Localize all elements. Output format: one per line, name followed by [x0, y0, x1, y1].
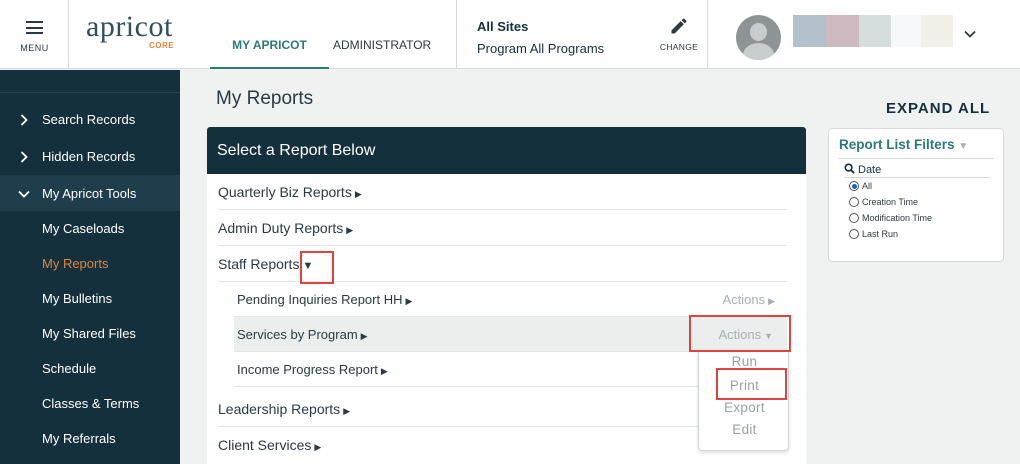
site-program: Program All Programs [477, 41, 605, 56]
report-group-label: Staff Reports [218, 256, 300, 272]
menu-item-edit[interactable]: Edit [699, 422, 790, 437]
menu-item-export[interactable]: Export [699, 400, 790, 415]
triangle-right-icon: ▶ [343, 406, 351, 416]
radio-selected-icon [849, 181, 859, 191]
search-icon [844, 163, 855, 174]
chevron-right-icon [20, 151, 28, 163]
report-label: Services by Program [237, 327, 358, 342]
user-name-blur [793, 15, 826, 47]
sidebar-item-search-records[interactable]: Search Records [0, 101, 180, 137]
date-filter-label: Date [844, 163, 881, 176]
highlight-box [689, 315, 791, 352]
sidebar-item-my-apricot-tools[interactable]: My Apricot Tools [0, 175, 180, 211]
hamburger-icon [26, 21, 43, 34]
triangle-down-icon: ▼ [958, 141, 969, 152]
report-group-label: Quarterly Biz Reports [218, 184, 352, 200]
triangle-right-icon: ▶ [768, 296, 775, 306]
menu-label: MENU [20, 43, 49, 53]
sidebar-item-hidden-records[interactable]: Hidden Records [0, 138, 180, 174]
radio-label: Creation Time [862, 197, 919, 207]
triangle-right-icon: ▶ [380, 366, 388, 376]
sidebar-sub-my-bulletins[interactable]: My Bulletins [42, 291, 112, 306]
highlight-box [716, 368, 787, 400]
user-name-blur [859, 15, 891, 47]
site-title: All Sites [477, 19, 529, 34]
panel-header: Select a Report Below [207, 127, 806, 174]
user-name-blur [891, 15, 921, 47]
triangle-right-icon: ▶ [346, 225, 354, 235]
page-title: My Reports [216, 88, 314, 109]
report-group-label: Admin Duty Reports [218, 220, 344, 236]
sidebar-divider [0, 92, 180, 93]
sidebar-sub-my-referrals[interactable]: My Referrals [42, 431, 116, 446]
chevron-right-icon [20, 114, 28, 126]
triangle-right-icon: ▶ [405, 296, 413, 306]
report-group-label: Leadership Reports [218, 401, 341, 417]
triangle-right-icon: ▶ [354, 189, 362, 199]
expand-all-button[interactable]: EXPAND ALL [886, 100, 990, 117]
radio-modification-time[interactable]: Modification Time [849, 213, 932, 223]
sidebar-sub-classes-terms[interactable]: Classes & Terms [42, 396, 139, 411]
report-group-quarterly-biz[interactable]: Quarterly Biz Reports ▶ [218, 174, 787, 210]
chevron-down-icon [18, 190, 30, 198]
apricot-logo[interactable]: apricot CORE [86, 10, 174, 51]
triangle-right-icon: ▶ [314, 442, 322, 452]
radio-label: Modification Time [862, 213, 933, 223]
sidebar-item-label: My Apricot Tools [42, 186, 137, 201]
filters-title[interactable]: Report List Filters ▼ [839, 137, 968, 152]
user-name-blur [921, 15, 953, 47]
actions-dropdown: Run Print Export Edit [698, 350, 789, 451]
sidebar-item-label: Search Records [42, 112, 136, 127]
radio-creation-time[interactable]: Creation Time [849, 197, 918, 207]
radio-label: Last Run [862, 229, 899, 239]
sidebar-sub-schedule[interactable]: Schedule [42, 361, 96, 376]
panel-title: Select a Report Below [217, 142, 376, 159]
logo-word: apricot [86, 10, 173, 43]
change-label: CHANGE [659, 42, 699, 52]
sidebar-sub-my-caseloads[interactable]: My Caseloads [42, 221, 124, 236]
radio-all[interactable]: All [849, 181, 872, 191]
pencil-icon [671, 18, 687, 34]
triangle-right-icon: ▶ [360, 331, 368, 341]
tab-administrator[interactable]: ADMINISTRATOR [333, 38, 431, 52]
radio-label: All [862, 181, 873, 191]
radio-icon [849, 197, 859, 207]
site-selector: All Sites Program All Programs CHANGE [456, 0, 708, 69]
divider [839, 158, 993, 159]
sidebar-sub-my-reports[interactable]: My Reports [42, 256, 108, 271]
sidebar: Search Records Hidden Records My Apricot… [0, 70, 180, 464]
radio-last-run[interactable]: Last Run [849, 229, 898, 239]
date-label: Date [858, 164, 882, 176]
radio-icon [849, 229, 859, 239]
report-group-label: Client Services [218, 437, 312, 453]
actions-button[interactable]: Actions ▶ [722, 292, 775, 307]
top-bar: MENU apricot CORE MY APRICOT ADMINISTRAT… [0, 0, 1020, 69]
actions-label: Actions [722, 292, 766, 307]
divider [844, 177, 990, 178]
report-label: Pending Inquiries Report HH [237, 292, 403, 307]
report-pending-inquiries[interactable]: Pending Inquiries Report HH ▶ Actions ▶ [234, 282, 787, 317]
filters-title-label: Report List Filters [839, 137, 955, 152]
tab-my-apricot[interactable]: MY APRICOT [210, 38, 329, 69]
report-group-admin-duty[interactable]: Admin Duty Reports ▶ [218, 210, 787, 246]
change-button[interactable]: CHANGE [653, 16, 705, 52]
avatar[interactable] [736, 15, 781, 60]
sidebar-item-label: Hidden Records [42, 149, 136, 164]
user-name-blur [826, 15, 859, 47]
report-label: Income Progress Report [237, 362, 378, 377]
menu-item-run[interactable]: Run [699, 354, 790, 369]
menu-button[interactable]: MENU [0, 0, 69, 69]
chevron-down-icon[interactable] [963, 27, 977, 41]
radio-icon [849, 213, 859, 223]
sidebar-sub-my-shared-files[interactable]: My Shared Files [42, 326, 136, 341]
report-list-filters: Report List Filters ▼ Date All Creation … [828, 128, 1004, 262]
highlight-box [300, 251, 334, 284]
logo-sub: CORE [149, 41, 175, 50]
